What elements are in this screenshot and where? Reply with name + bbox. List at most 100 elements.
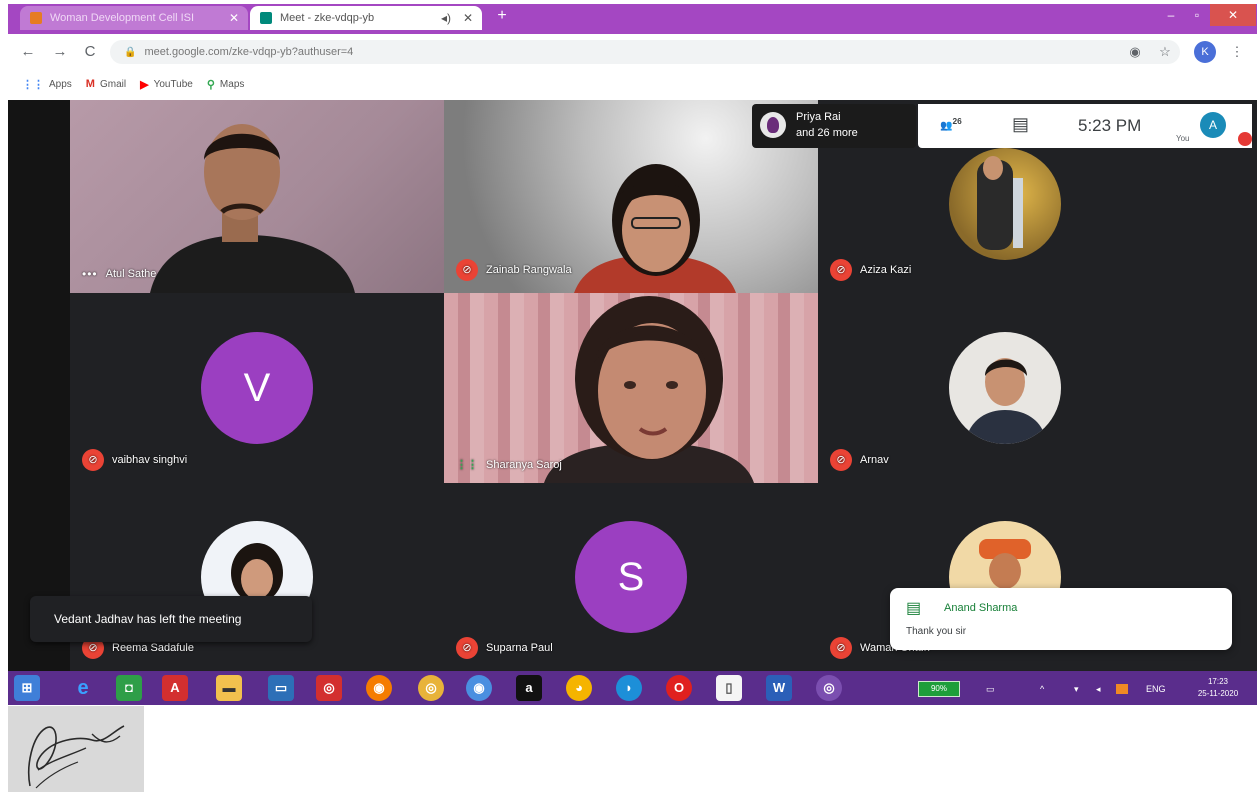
bookmark-youtube[interactable]: ▶ YouTube	[140, 78, 193, 91]
tray-overflow-icon[interactable]: ^	[1040, 684, 1044, 694]
participant-name-label: ⊘ Aziza Kazi	[830, 259, 911, 281]
meeting-clock: 5:23 PM	[1078, 116, 1142, 135]
language-indicator[interactable]: ENG	[1146, 684, 1166, 694]
bookmark-gmail[interactable]: M Gmail	[86, 78, 126, 90]
mic-off-icon: ⊘	[830, 449, 852, 471]
participant-name-label: ⋮⋮ Sharanya Saroj	[456, 458, 562, 472]
mic-off-icon: ⊘	[830, 637, 852, 659]
battery-indicator[interactable]: 90%	[918, 681, 960, 697]
more-options-icon[interactable]: •••	[82, 267, 98, 281]
notification-app-icon[interactable]	[1116, 684, 1128, 694]
edge-legacy-icon[interactable]: e	[70, 675, 96, 701]
maximize-button[interactable]: ▫	[1186, 4, 1208, 26]
apps-icon: ⋮⋮	[22, 78, 44, 91]
minimize-button[interactable]: –	[1160, 4, 1182, 26]
mic-off-icon: ⊘	[456, 259, 478, 281]
participant-tile[interactable]: V ⊘ vaibhav singhvi	[70, 293, 444, 483]
word-icon[interactable]: W	[766, 675, 792, 701]
keyboard-icon[interactable]: ▭	[986, 684, 995, 695]
new-tab-button[interactable]: +	[492, 6, 512, 26]
participant-name-label: ⊘ vaibhav singhvi	[82, 449, 187, 471]
firefox-icon[interactable]: ◉	[366, 675, 392, 701]
forward-button[interactable]: →	[50, 42, 70, 62]
bookmark-star-icon[interactable]: ☆	[1156, 43, 1174, 61]
url-text: meet.google.com/zke-vdqp-yb?authuser=4	[144, 46, 354, 58]
presenter-name: Priya Rai	[796, 111, 841, 123]
participant-name-label: ⊘ Suparna Paul	[456, 637, 553, 659]
recording-icon	[1238, 132, 1252, 146]
address-bar[interactable]: 🔒 meet.google.com/zke-vdqp-yb?authuser=4	[110, 40, 1180, 64]
taskbar-clock[interactable]: 17:23 25-11-2020	[1186, 676, 1250, 700]
remote-desktop-icon[interactable]: ▭	[268, 675, 294, 701]
tab-meet[interactable]: Meet - zke-vdqp-yb ◂) ✕	[250, 6, 482, 30]
participant-name-label: ••• Atul Sathe	[82, 267, 157, 281]
chrome-active-icon[interactable]: ◎	[816, 675, 842, 701]
participant-tile-active-speaker[interactable]: ⋮⋮ Sharanya Saroj	[444, 293, 818, 483]
participant-video	[150, 124, 355, 293]
audio-playing-icon: ◂)	[440, 11, 452, 25]
mic-off-icon: ⊘	[456, 637, 478, 659]
edge-icon[interactable]: ◗	[616, 675, 642, 701]
mic-off-icon: ⊘	[82, 449, 104, 471]
tab-title: Meet - zke-vdqp-yb	[280, 12, 375, 24]
file-explorer-icon[interactable]: ▬	[216, 675, 242, 701]
chat-notification[interactable]: ▤ Anand Sharma Thank you sir	[890, 588, 1232, 650]
chat-icon[interactable]: ▤	[1012, 114, 1029, 135]
profile-avatar[interactable]: K	[1194, 41, 1216, 63]
close-tab-icon[interactable]: ✕	[460, 11, 476, 25]
meet-top-bar: 👥26 ▤ 5:23 PM You A	[918, 104, 1252, 148]
participant-tile[interactable]: ⊘ Reema Sadafule	[70, 483, 444, 671]
chat-sender: Anand Sharma	[944, 602, 1018, 614]
gmail-icon: M	[85, 78, 95, 90]
presenter-chip[interactable]: Priya Rai and 26 more	[752, 104, 916, 148]
security-app-icon[interactable]: ◎	[316, 675, 342, 701]
toast-message: Vedant Jadhav has left the meeting	[54, 612, 242, 626]
participant-name-label: ⊘ Arnav	[830, 449, 889, 471]
site-favicon-icon	[30, 12, 42, 24]
network-icon[interactable]: ▾	[1074, 684, 1079, 695]
notepad-icon[interactable]: ▯	[716, 675, 742, 701]
back-button[interactable]: ←	[18, 42, 38, 62]
bookmark-apps[interactable]: ⋮⋮ Apps	[22, 78, 72, 91]
people-button[interactable]: 👥26	[940, 116, 962, 131]
participant-avatar: S	[575, 521, 687, 633]
acrobat-icon[interactable]: A	[162, 675, 188, 701]
maps-icon: ⚲	[206, 78, 215, 91]
browser-app-icon[interactable]: ◕	[566, 675, 592, 701]
meet-favicon-icon	[260, 12, 272, 24]
presenter-more: and 26 more	[796, 127, 858, 139]
participant-tile[interactable]: ⊘ Arnav	[818, 293, 1192, 483]
youtube-icon: ▶	[140, 78, 149, 91]
amazon-icon[interactable]: a	[516, 675, 542, 701]
window-close-button[interactable]: ✕	[1210, 4, 1256, 26]
bookmark-maps[interactable]: ⚲ Maps	[207, 78, 245, 91]
chromium-icon[interactable]: ◉	[466, 675, 492, 701]
participant-name-label: ⊘ Zainab Rangwala	[456, 259, 572, 281]
reload-button[interactable]: C	[80, 42, 100, 62]
taskbar-date: 25-11-2020	[1197, 689, 1239, 698]
participant-tile[interactable]: S ⊘ Suparna Paul	[444, 483, 818, 671]
participant-tile[interactable]: ••• Atul Sathe	[70, 100, 444, 293]
chrome-icon[interactable]: ◎	[418, 675, 444, 701]
volume-icon[interactable]: ◂	[1096, 684, 1101, 695]
you-label: You	[1176, 134, 1190, 143]
store-icon[interactable]: ◘	[116, 675, 142, 701]
speaking-indicator-icon: ⋮⋮	[456, 459, 478, 471]
tab-women-development-cell[interactable]: Woman Development Cell ISI ✕	[20, 6, 248, 30]
user-avatar[interactable]: A	[1200, 112, 1226, 138]
camera-permission-icon[interactable]: ◉	[1126, 43, 1144, 61]
bookmarks-bar: ⋮⋮ Apps M Gmail ▶ YouTube ⚲ Maps	[8, 70, 1257, 98]
lock-icon: 🔒	[124, 46, 137, 58]
people-icon: 👥	[940, 120, 953, 132]
tab-title: Woman Development Cell ISI	[50, 12, 195, 24]
mic-off-icon: ⊘	[830, 259, 852, 281]
taskbar-time: 17:23	[1207, 677, 1229, 686]
presenter-avatar	[760, 112, 786, 138]
participant-photo	[949, 332, 1061, 444]
chat-message: Thank you sir	[906, 626, 967, 637]
windows-start-icon[interactable]: ⊞	[14, 675, 40, 701]
close-tab-icon[interactable]: ✕	[226, 11, 242, 25]
participant-tile[interactable]: ⊘ Aziza Kazi	[818, 148, 1192, 293]
menu-kebab-icon[interactable]: ⋮	[1228, 43, 1246, 61]
opera-icon[interactable]: O	[666, 675, 692, 701]
